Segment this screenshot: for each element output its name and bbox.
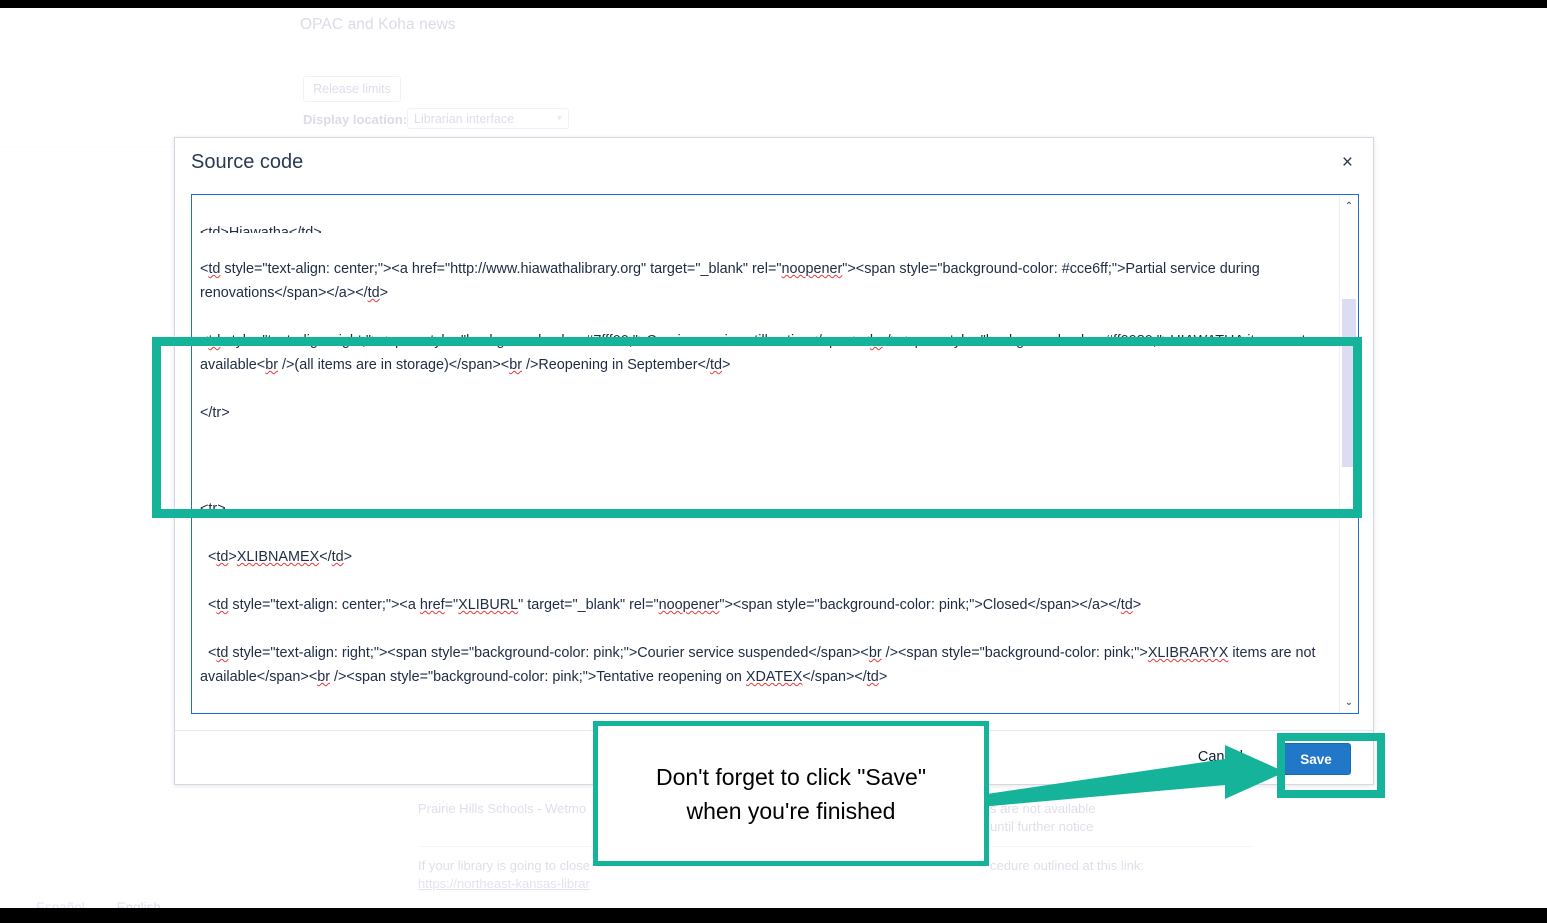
display-location-label: Display location: [303, 112, 408, 127]
backdrop-row1-right-text-2: until further notice [990, 819, 1094, 834]
release-limits-button[interactable]: Release limits [303, 76, 401, 102]
letterbox-top [0, 0, 1547, 8]
code-line: <td>XLIBNAMEX</td> [200, 549, 353, 565]
source-code-textarea[interactable]: <td>Hiawatha</td> <td style="text-align:… [192, 195, 1340, 714]
backdrop-row2-left-text: If your library is going to close [418, 858, 590, 873]
code-line: <td style="text-align: center;"><a href=… [200, 261, 1264, 301]
backdrop-external-link[interactable]: https://northeast-kansas-librar [418, 876, 590, 891]
backdrop-row1-left-text: Prairie Hills Schools - Wetmo [418, 801, 587, 816]
opac-koha-news-heading: OPAC and Koha news [300, 16, 456, 33]
language-switcher: Español English [36, 900, 189, 908]
display-location-select[interactable]: Librarian interface ▾ [407, 108, 569, 129]
display-location-value: Librarian interface [414, 111, 515, 126]
code-line: </tr> [200, 405, 230, 421]
cancel-button[interactable]: Cancel [1198, 749, 1243, 765]
editor-scrollbar[interactable]: ⌃ ⌄ [1339, 195, 1358, 713]
code-line: <tr> [200, 501, 226, 517]
scroll-up-arrow-icon[interactable]: ⌃ [1340, 197, 1358, 215]
code-line: <td style="text-align: right;"><span sty… [200, 645, 1320, 685]
callout-text: Don't forget to click "Save" when you're… [656, 760, 926, 828]
source-code-editor[interactable]: <td>Hiawatha</td> <td style="text-align:… [191, 194, 1359, 714]
scrollbar-thumb[interactable] [1342, 299, 1356, 467]
language-link-english[interactable]: English [117, 900, 161, 908]
callout-box: Don't forget to click "Save" when you're… [593, 721, 989, 866]
screenshot-root: OPAC and Koha news Release limits Displa… [0, 0, 1547, 923]
code-clipped-line: <td>Hiawatha</td> [200, 225, 322, 233]
chevron-down-icon: ▾ [556, 113, 562, 124]
language-link-spanish[interactable]: Español [36, 900, 85, 908]
page-title: Source code [191, 151, 304, 173]
modal-header: Source code × [175, 138, 1373, 191]
scroll-down-arrow-icon[interactable]: ⌄ [1340, 693, 1358, 711]
source-code-modal: Source code × <td>Hiawatha</td> <td styl… [174, 137, 1374, 785]
letterbox-bottom [0, 909, 1547, 923]
code-line: <td style="text-align: center;"><a href=… [200, 597, 1142, 613]
save-button[interactable]: Save [1281, 743, 1351, 775]
callout-line-1: Don't forget to click "Save" [655, 763, 926, 790]
code-line: <td style="text-align: right;"><span sty… [200, 333, 1310, 373]
callout-line-2: when you're finished [686, 797, 896, 824]
code-line: </tr> [200, 713, 1332, 714]
backdrop-row1-right-text: s are not available [990, 801, 1096, 816]
close-icon[interactable]: × [1338, 151, 1357, 174]
backdrop-row2-right-text: cedure outlined at this link: [990, 858, 1144, 873]
